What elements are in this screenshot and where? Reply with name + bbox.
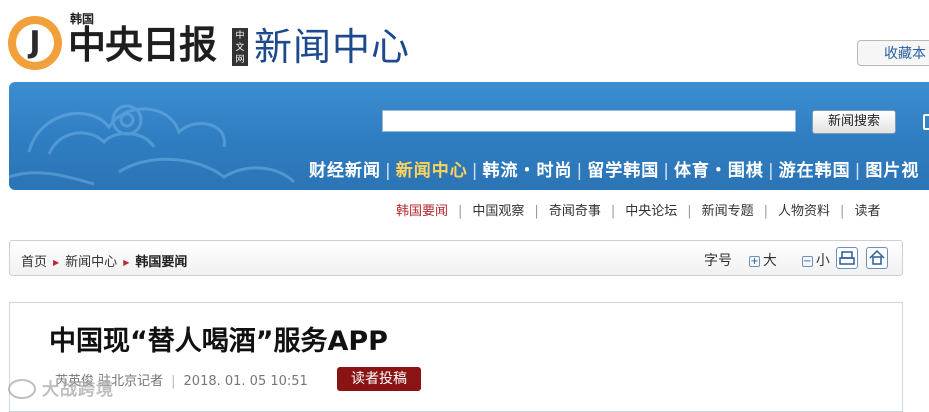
subnav-item-readers[interactable]: 读者 [854, 204, 880, 219]
font-smaller-button[interactable]: − 小 [801, 253, 830, 269]
nav-separator: | [471, 161, 479, 181]
subnav-separator: | [763, 204, 769, 219]
breadcrumb-arrow-icon: ▶ [53, 258, 60, 267]
subnav-item-news-topics[interactable]: 新闻专题 [702, 204, 754, 219]
font-larger-button[interactable]: + 大 [748, 253, 777, 269]
cloud-decoration-icon [9, 104, 296, 186]
breadcrumb: 首页 ▶ 新闻中心 ▶ 韩国要闻 [21, 251, 187, 270]
nav-item-finance[interactable]: 财经新闻 [309, 161, 381, 181]
subnav-separator: | [687, 204, 692, 219]
font-size-tools: 字号 + 大 − 小 [704, 250, 830, 270]
nav-separator: | [576, 161, 584, 181]
subnav-item-people-profiles[interactable]: 人物资料 [778, 204, 830, 219]
logo-tag: 中文网 [232, 28, 248, 66]
font-size-label: 字号 [704, 253, 732, 269]
nav-item-photo-video[interactable]: 图片视 [865, 161, 919, 181]
minus-icon: − [801, 256, 813, 267]
article-date: 2018. 01. 05 10:51 [183, 374, 308, 389]
main-nav: 财经新闻 | 新闻中心 | 韩流・时尚 | 留学韩国 | 体育・围棋 | 游在韩国 | 图片视 [309, 156, 919, 181]
watermark: 大战跨境 [8, 375, 114, 400]
site-logo[interactable]: J 韩国 中央日报 中文网 新闻中心 [8, 10, 448, 72]
reader-submission-button[interactable]: 读者投稿 [337, 367, 421, 391]
breadcrumb-home[interactable]: 首页 [21, 255, 47, 270]
breadcrumb-news-center[interactable]: 新闻中心 [65, 255, 117, 270]
document-icon[interactable] [923, 114, 929, 130]
section-title: 新闻中心 [254, 25, 411, 69]
article-title: 中国现“替人喝酒”服务APP [49, 326, 388, 357]
watermark-logo-icon [8, 379, 36, 399]
subnav-item-odd-news[interactable]: 奇闻奇事 [549, 204, 601, 219]
print-icon [839, 251, 855, 265]
meta-divider: | [171, 374, 176, 389]
nav-separator: | [854, 161, 862, 181]
favorite-button[interactable]: 收藏本 [857, 40, 929, 66]
font-smaller-label: 小 [815, 253, 830, 269]
nav-item-news-center[interactable]: 新闻中心 [396, 161, 468, 181]
subnav-item-korea-news[interactable]: 韩国要闻 [396, 204, 448, 219]
nav-item-sports-go[interactable]: 体育・围棋 [674, 161, 764, 181]
nav-item-study-korea[interactable]: 留学韩国 [587, 161, 659, 181]
breadcrumb-bar: 首页 ▶ 新闻中心 ▶ 韩国要闻 字号 + 大 − 小 [9, 240, 903, 276]
sub-nav: 韩国要闻 | 中国观察 | 奇闻奇事 | 中央论坛 | 新闻专题 | 人物资料 | 读者 [396, 200, 880, 219]
subnav-separator: | [840, 204, 845, 219]
breadcrumb-arrow-icon: ▶ [123, 258, 130, 267]
subnav-separator: | [458, 204, 463, 219]
plus-icon: + [748, 256, 760, 267]
subnav-item-joongang-forum[interactable]: 中央论坛 [625, 204, 677, 219]
subnav-separator: | [534, 204, 539, 219]
font-larger-label: 大 [762, 253, 777, 269]
logo-name: 中央日报 [68, 23, 217, 67]
nav-separator: | [385, 161, 392, 181]
home-button[interactable] [866, 247, 888, 269]
watermark-text: 大战跨境 [42, 380, 114, 400]
article-header: 中国现“替人喝酒”服务APP 芮英俊 驻北京记者 | 2018. 01. 05 10… [9, 302, 903, 412]
logo-letter: J [29, 25, 41, 60]
subnav-separator: | [610, 204, 616, 219]
home-icon [869, 249, 885, 265]
news-search-button[interactable]: 新闻搜索 [812, 110, 896, 134]
header-banner: 新闻搜索 财经新闻 | 新闻中心 | 韩流・时尚 | 留学韩国 | 体育・围棋 | 游在韩国 | 图片视 [9, 82, 929, 190]
nav-separator: | [767, 161, 775, 181]
subnav-item-china-watch[interactable]: 中国观察 [472, 204, 524, 219]
print-button[interactable] [836, 247, 858, 269]
nav-item-travel-korea[interactable]: 游在韩国 [779, 161, 851, 181]
search-input[interactable] [382, 110, 796, 132]
nav-item-hallyu-fashion[interactable]: 韩流・时尚 [482, 161, 572, 181]
breadcrumb-current: 韩国要闻 [135, 255, 188, 270]
nav-separator: | [663, 161, 670, 181]
